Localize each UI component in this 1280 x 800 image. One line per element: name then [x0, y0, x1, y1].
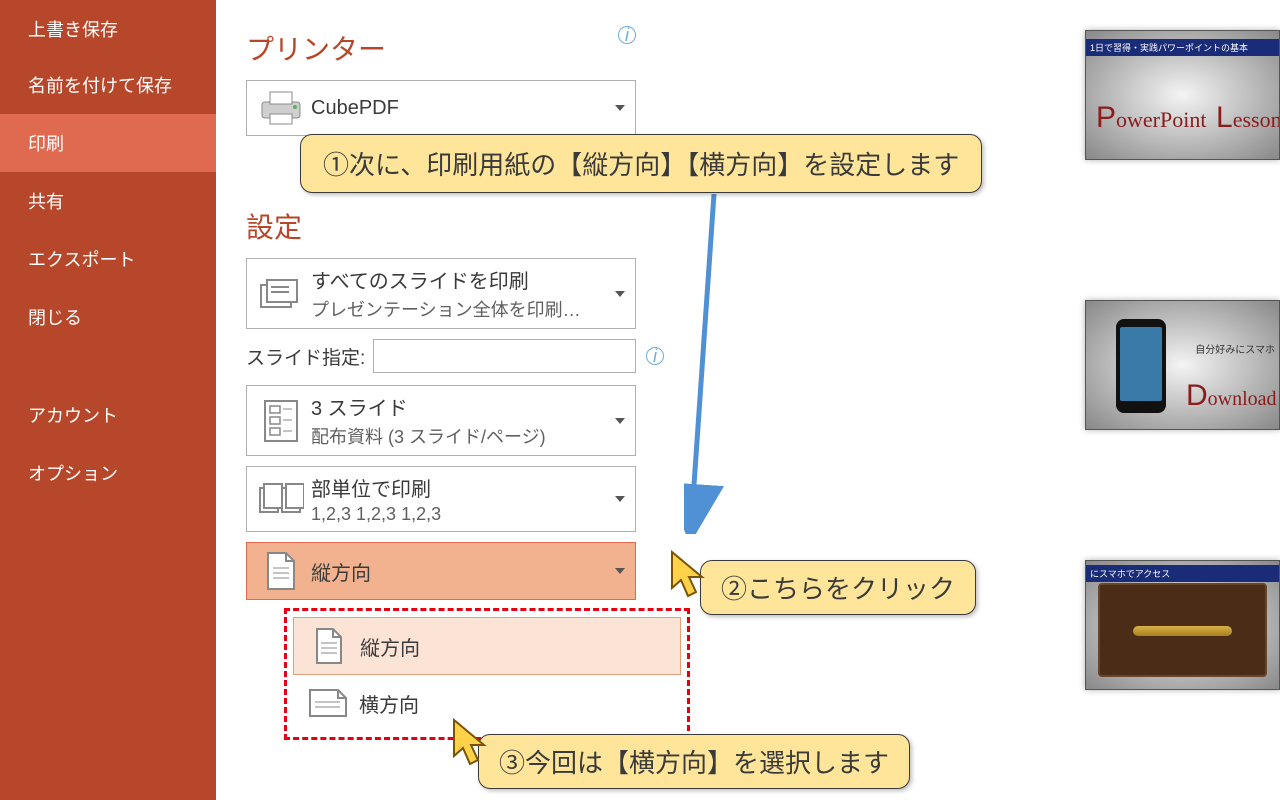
slide-spec-row: スライド指定: i — [246, 339, 636, 373]
slide-spec-input[interactable] — [373, 339, 636, 373]
orientation-dropdown: 縦方向 横方向 — [284, 608, 690, 740]
chevron-down-icon — [615, 418, 625, 424]
preview-thumb-2[interactable]: 自分好みにスマホ Download — [1085, 300, 1280, 430]
sidebar-item-label: 名前を付けて保存 — [28, 76, 172, 96]
callout-step-1: ①次に、印刷用紙の【縦方向】【横方向】を設定します — [300, 134, 982, 193]
thumb-text: PPowerPointowerPoint — [1096, 101, 1206, 135]
portrait-page-icon — [306, 626, 352, 666]
print-range-line1: すべてのスライドを印刷 — [311, 265, 625, 294]
collate-line1: 部単位で印刷 — [311, 473, 625, 502]
handout-layout-select[interactable]: 3 スライド 配布資料 (3 スライド/ページ) — [246, 385, 636, 456]
thumb-text: Download — [1186, 379, 1277, 413]
chevron-down-icon — [615, 496, 625, 502]
print-preview-thumbnails: 1日で習得・実践パワーポイントの基本 PPowerPointowerPoint … — [1085, 0, 1280, 800]
collate-icon — [257, 477, 305, 521]
sidebar-item-label: オプション — [28, 464, 118, 484]
printer-name: CubePDF — [311, 97, 625, 120]
orientation-option-label: 横方向 — [351, 689, 419, 718]
preview-thumb-1[interactable]: 1日で習得・実践パワーポイントの基本 PPowerPointowerPoint … — [1085, 30, 1280, 160]
collate-line2: 1,2,3 1,2,3 1,2,3 — [311, 504, 625, 525]
collate-select[interactable]: 部単位で印刷 1,2,3 1,2,3 1,2,3 — [246, 466, 636, 532]
orientation-option-label: 縦方向 — [352, 632, 420, 661]
section-title-printer: プリンター — [246, 28, 746, 68]
handout-icon — [257, 399, 305, 443]
handout-line2: 配布資料 (3 スライド/ページ) — [311, 423, 625, 449]
thumb-text: Lesson — [1216, 101, 1280, 135]
backstage-sidebar: 上書き保存 名前を付けて保存 印刷 共有 エクスポート 閉じる アカウント オプ… — [0, 0, 216, 800]
landscape-page-icon — [305, 683, 351, 723]
printer-icon — [257, 86, 305, 130]
sidebar-item-export[interactable]: エクスポート — [0, 230, 216, 288]
sidebar-item-share[interactable]: 共有 — [0, 172, 216, 230]
callout-step-2: ②こちらをクリック — [700, 560, 976, 615]
sidebar-item-save-as[interactable]: 名前を付けて保存 — [0, 58, 216, 114]
slides-stack-icon — [257, 272, 305, 316]
thumb-title-bar: にスマホでアクセス — [1086, 565, 1279, 582]
print-range-select[interactable]: すべてのスライドを印刷 プレゼンテーション全体を印刷… — [246, 258, 636, 329]
handout-line1: 3 スライド — [311, 392, 625, 421]
sidebar-item-label: アカウント — [28, 406, 118, 426]
info-icon[interactable]: i — [618, 26, 636, 44]
chevron-down-icon — [615, 105, 625, 111]
orientation-option-portrait[interactable]: 縦方向 — [293, 617, 681, 675]
sidebar-spacer — [0, 346, 216, 386]
orientation-select[interactable]: 縦方向 — [246, 542, 636, 600]
section-title-settings: 設定 — [246, 206, 746, 246]
orientation-option-landscape[interactable]: 横方向 — [293, 675, 681, 731]
portrait-page-icon — [257, 549, 305, 593]
preview-thumb-3[interactable]: にスマホでアクセス — [1085, 560, 1280, 690]
chevron-down-icon — [615, 568, 625, 574]
chevron-down-icon — [615, 291, 625, 297]
sidebar-item-account[interactable]: アカウント — [0, 386, 216, 444]
sidebar-item-label: 上書き保存 — [28, 20, 118, 40]
thumb-graphic — [1098, 583, 1267, 677]
thumb-title-bar: 1日で習得・実践パワーポイントの基本 — [1086, 39, 1279, 56]
sidebar-item-label: 印刷 — [28, 134, 64, 154]
phone-icon — [1116, 319, 1166, 413]
sidebar-item-label: 共有 — [28, 192, 64, 212]
sidebar-item-options[interactable]: オプション — [0, 444, 216, 502]
callout-step-3: ③今回は【横方向】を選択します — [478, 734, 910, 789]
info-icon[interactable]: i — [646, 347, 664, 365]
thumb-text: 自分好みにスマホ — [1195, 341, 1275, 356]
orientation-current: 縦方向 — [311, 557, 625, 586]
slide-spec-label: スライド指定: — [246, 343, 365, 370]
printer-select[interactable]: CubePDF — [246, 80, 636, 136]
sidebar-item-label: 閉じる — [28, 308, 82, 328]
print-range-line2: プレゼンテーション全体を印刷… — [311, 296, 625, 322]
sidebar-item-close[interactable]: 閉じる — [0, 288, 216, 346]
sidebar-item-save[interactable]: 上書き保存 — [0, 0, 216, 58]
sidebar-item-label: エクスポート — [28, 250, 135, 270]
sidebar-item-print[interactable]: 印刷 — [0, 114, 216, 172]
